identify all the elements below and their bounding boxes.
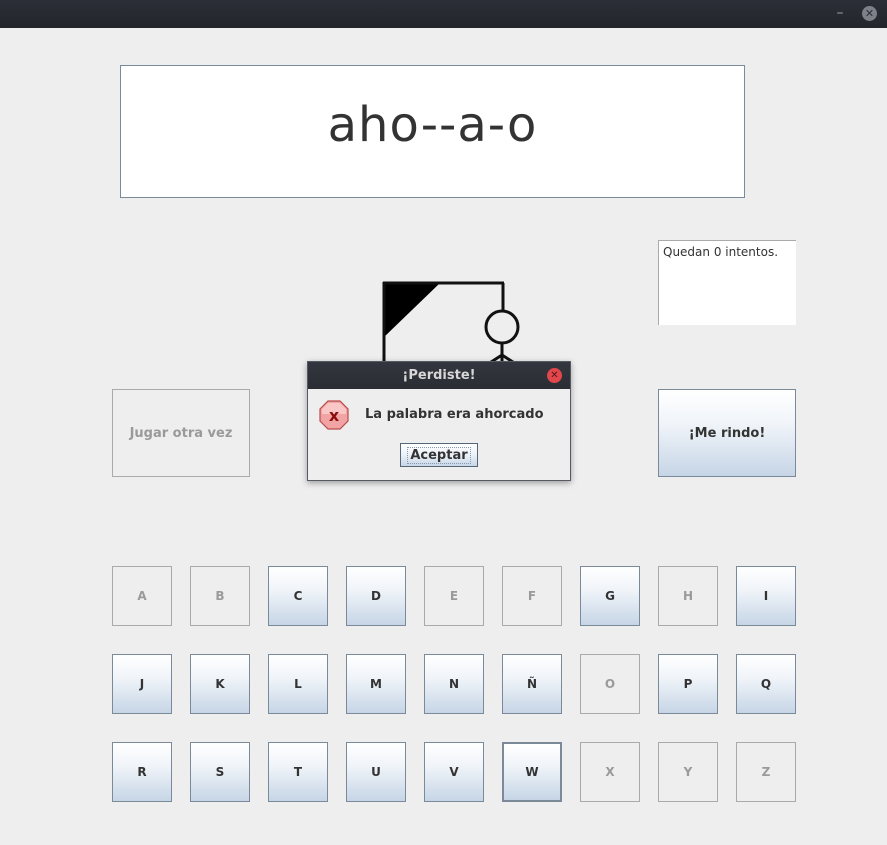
gallows-corner-brace [383, 283, 440, 338]
letter-key-p[interactable]: P [658, 654, 718, 714]
letter-key-n[interactable]: N [424, 654, 484, 714]
accept-button-label: Aceptar [407, 446, 471, 464]
window-titlebar: – ✕ [0, 0, 887, 28]
letter-key-o[interactable]: O [580, 654, 640, 714]
letter-key-h[interactable]: H [658, 566, 718, 626]
letter-key-x[interactable]: X [580, 742, 640, 802]
letter-key-s[interactable]: S [190, 742, 250, 802]
dialog-message: La palabra era ahorcado [365, 407, 544, 422]
lost-dialog: ¡Perdiste! ✕ x La palabra era ahorcado A… [307, 361, 571, 481]
letter-key-q[interactable]: Q [736, 654, 796, 714]
letter-key-j[interactable]: J [112, 654, 172, 714]
attempts-text-area: Quedan 0 intentos. [658, 240, 796, 325]
letter-key-e[interactable]: E [424, 566, 484, 626]
letter-key-f[interactable]: F [502, 566, 562, 626]
letter-key-i[interactable]: I [736, 566, 796, 626]
letter-key-a[interactable]: A [112, 566, 172, 626]
dialog-close-icon[interactable]: ✕ [547, 368, 562, 383]
close-window-icon[interactable]: ✕ [862, 6, 877, 21]
letter-key-v[interactable]: V [424, 742, 484, 802]
give-up-button[interactable]: ¡Me rindo! [658, 389, 796, 477]
letter-key-u[interactable]: U [346, 742, 406, 802]
letter-key-y[interactable]: Y [658, 742, 718, 802]
letter-key-k[interactable]: K [190, 654, 250, 714]
letter-key-d[interactable]: D [346, 566, 406, 626]
word-display: aho--a-o [120, 65, 745, 198]
minimize-icon[interactable]: – [834, 6, 846, 20]
dialog-title: ¡Perdiste! ✕ [308, 362, 570, 389]
error-icon: x [319, 400, 349, 430]
letter-key-r[interactable]: R [112, 742, 172, 802]
letter-key-l[interactable]: L [268, 654, 328, 714]
hanged-head [484, 309, 520, 345]
letter-key-b[interactable]: B [190, 566, 250, 626]
dialog-title-text: ¡Perdiste! [402, 368, 476, 383]
letter-key-g[interactable]: G [580, 566, 640, 626]
letter-key-z[interactable]: Z [736, 742, 796, 802]
letter-key-ñ[interactable]: Ñ [502, 654, 562, 714]
play-again-button[interactable]: Jugar otra vez [112, 389, 250, 477]
letter-key-w[interactable]: W [502, 742, 562, 802]
accept-button[interactable]: Aceptar [400, 443, 478, 467]
letter-key-m[interactable]: M [346, 654, 406, 714]
gallows-drawing [382, 281, 520, 368]
letter-key-c[interactable]: C [268, 566, 328, 626]
error-icon-glyph: x [329, 406, 340, 425]
letter-key-t[interactable]: T [268, 742, 328, 802]
